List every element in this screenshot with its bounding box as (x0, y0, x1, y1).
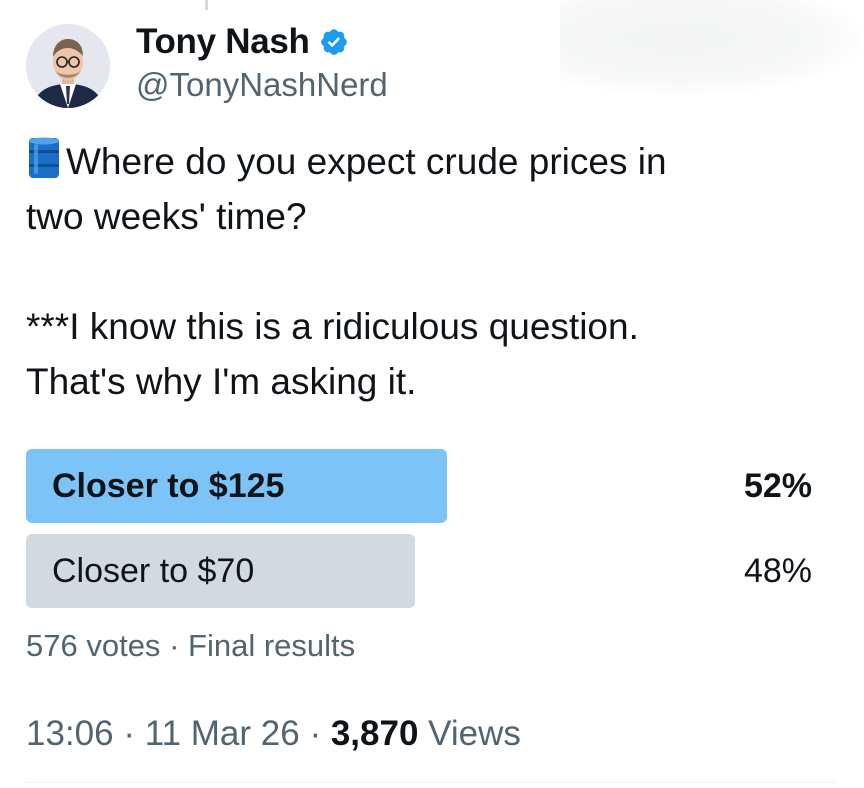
poll-vote-count: 576 votes (26, 628, 161, 663)
author-handle[interactable]: @TonyNashNerd (136, 66, 388, 104)
tweet-date[interactable]: 11 Mar 26 (145, 714, 300, 753)
tweet-text: Where do you expect crude prices in two … (26, 134, 836, 409)
avatar[interactable] (26, 24, 110, 108)
poll-option-label: Closer to $125 (52, 467, 285, 505)
poll-option-percent: 52% (743, 467, 812, 505)
poll-separator: · (169, 628, 180, 663)
avatar-photo (26, 24, 110, 108)
poll-option-percent: 48% (743, 552, 812, 590)
timestamp-separator: · (123, 714, 135, 753)
views-label[interactable]: Views (428, 714, 521, 753)
poll-meta: 576 votes · Final results (26, 628, 355, 664)
tweet-line-4: That's why I'm asking it. (26, 361, 417, 402)
tweet-line-3: ***I know this is a ridiculous question. (26, 306, 639, 347)
poll-option-label: Closer to $70 (52, 552, 255, 590)
author-name-row[interactable]: Tony Nash (136, 22, 349, 62)
verified-badge-icon[interactable] (319, 27, 349, 57)
timestamp-separator: · (309, 714, 322, 753)
tweet-timestamp: 13:06 · 11 Mar 26 · 3,870 Views (26, 714, 521, 754)
blurred-area (560, 0, 860, 95)
oil-drum-icon (29, 137, 59, 178)
tweet-line-2: two weeks' time? (26, 196, 307, 237)
author-display-name[interactable]: Tony Nash (136, 22, 310, 62)
thread-connector (205, 0, 208, 10)
poll-option-2: Closer to $70 48% (26, 534, 812, 608)
tweet-line-1: Where do you expect crude prices in (66, 141, 667, 182)
tweet-line: Where do you expect crude prices in (26, 134, 836, 189)
poll-option-1: Closer to $125 52% (26, 449, 812, 523)
tweet-time[interactable]: 13:06 (26, 714, 114, 753)
divider (26, 782, 836, 783)
views-count[interactable]: 3,870 (331, 714, 419, 753)
poll-status: Final results (188, 628, 356, 663)
